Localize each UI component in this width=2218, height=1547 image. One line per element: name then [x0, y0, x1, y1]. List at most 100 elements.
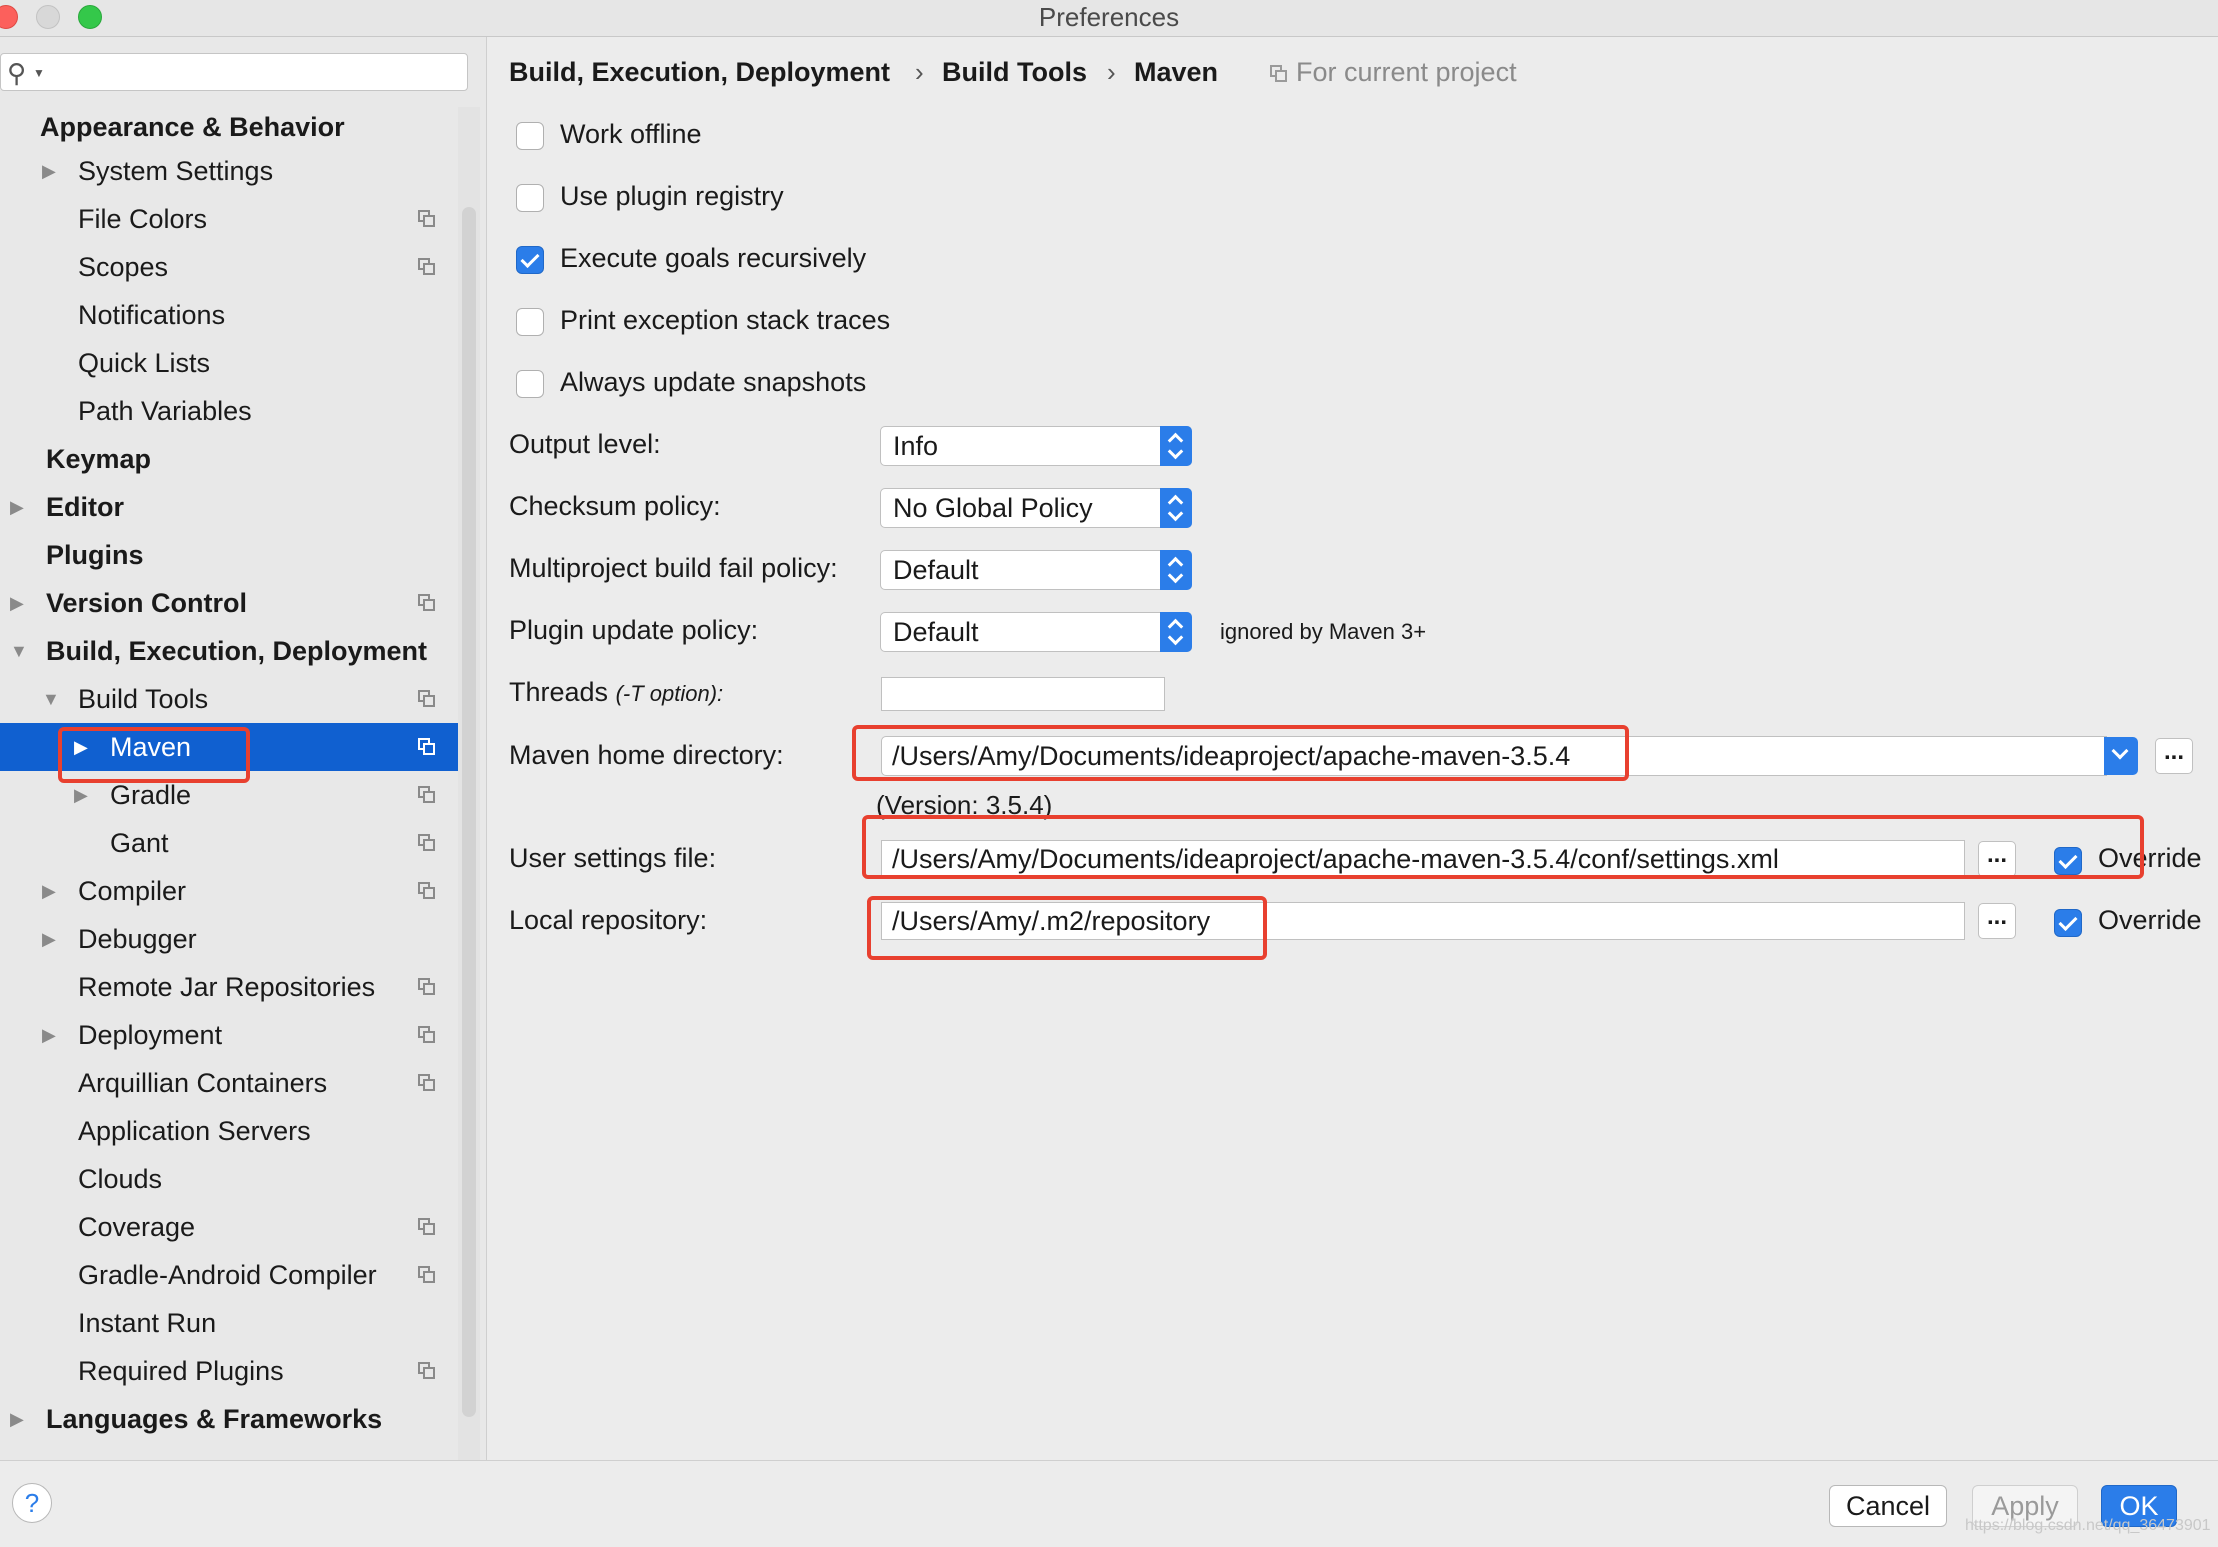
- project-scope-icon: [418, 978, 436, 996]
- sidebar-item-deployment[interactable]: ▶ Deployment: [0, 1011, 458, 1059]
- breadcrumb-separator: ›: [915, 57, 924, 87]
- expand-arrow-icon[interactable]: ▶: [42, 915, 56, 963]
- project-scope-icon: [418, 786, 436, 804]
- expand-arrow-icon[interactable]: ▶: [42, 147, 56, 195]
- sidebar-item-version-control[interactable]: ▶ Version Control: [0, 579, 458, 627]
- chevron-down-icon[interactable]: [2104, 737, 2138, 775]
- execute-goals-recursively-label[interactable]: Execute goals recursively: [560, 243, 866, 274]
- sidebar-item-languages-frameworks[interactable]: ▶ Languages & Frameworks: [0, 1395, 458, 1443]
- watermark: https://blog.csdn.net/qq_36473901: [1965, 1517, 2211, 1534]
- sidebar-scrollbar[interactable]: [462, 207, 476, 1417]
- sidebar-item-path-variables[interactable]: Path Variables: [0, 387, 458, 435]
- always-update-snapshots-label[interactable]: Always update snapshots: [560, 367, 866, 398]
- project-scope-icon: [418, 1218, 436, 1236]
- up-down-arrows-icon[interactable]: [1160, 488, 1192, 528]
- local-repository-override-checkbox[interactable]: [2054, 909, 2082, 937]
- chevron-down-icon: ▼: [33, 66, 45, 80]
- sidebar-item-gradle-android-compiler[interactable]: Gradle-Android Compiler: [0, 1251, 458, 1299]
- window-title: Preferences: [1038, 2, 1180, 32]
- breadcrumb-build-tools[interactable]: Build Tools: [942, 57, 1087, 88]
- output-level-label: Output level:: [509, 429, 661, 459]
- checksum-policy-select[interactable]: No Global Policy: [880, 488, 1192, 528]
- work-offline-checkbox[interactable]: [516, 122, 544, 150]
- sidebar-item-scopes[interactable]: Scopes: [0, 243, 458, 291]
- multiproject-fail-policy-label: Multiproject build fail policy:: [509, 553, 838, 583]
- sidebar-item-system-settings[interactable]: ▶ System Settings: [0, 147, 458, 195]
- title-bar: Preferences: [0, 0, 2218, 37]
- sidebar-item-instant-run[interactable]: Instant Run: [0, 1299, 458, 1347]
- sidebar-item-build-execution-deployment[interactable]: ▼ Build, Execution, Deployment: [0, 627, 458, 675]
- sidebar-item-clouds[interactable]: Clouds: [0, 1155, 458, 1203]
- annotation-local-repository-highlight: [867, 896, 1267, 960]
- search-icon: ⚲: [7, 58, 27, 88]
- work-offline-label[interactable]: Work offline: [560, 119, 702, 150]
- sidebar-item-file-colors[interactable]: File Colors: [0, 195, 458, 243]
- use-plugin-registry-checkbox[interactable]: [516, 184, 544, 212]
- browse-local-repository-button[interactable]: ...: [1978, 903, 2016, 939]
- sidebar-item-build-tools[interactable]: ▼ Build Tools: [0, 675, 458, 723]
- project-scope-icon: [418, 834, 436, 852]
- search-input[interactable]: ⚲ ▼: [0, 53, 468, 91]
- collapse-arrow-icon[interactable]: ▼: [42, 675, 60, 723]
- sidebar-item-arquillian-containers[interactable]: Arquillian Containers: [0, 1059, 458, 1107]
- breadcrumb-build-execution-deployment[interactable]: Build, Execution, Deployment: [509, 57, 890, 88]
- sidebar-item-coverage[interactable]: Coverage: [0, 1203, 458, 1251]
- plugin-update-policy-select[interactable]: Default: [880, 612, 1192, 652]
- project-scope-icon: [418, 1266, 436, 1284]
- output-level-select[interactable]: Info: [880, 426, 1192, 466]
- project-scope-icon: [418, 690, 436, 708]
- sidebar-item-quick-lists[interactable]: Quick Lists: [0, 339, 458, 387]
- annotation-user-settings-highlight: [862, 815, 2144, 879]
- print-exception-stack-traces-label[interactable]: Print exception stack traces: [560, 305, 890, 336]
- project-scope-icon: [418, 594, 436, 612]
- annotation-maven-highlight: [58, 727, 250, 783]
- plugin-update-hint: ignored by Maven 3+: [1220, 619, 1427, 644]
- up-down-arrows-icon[interactable]: [1160, 426, 1192, 466]
- threads-sublabel: (-T option):: [615, 681, 724, 706]
- sidebar-item-debugger[interactable]: ▶ Debugger: [0, 915, 458, 963]
- expand-arrow-icon[interactable]: ▶: [10, 579, 24, 627]
- plugin-update-policy-label: Plugin update policy:: [509, 615, 759, 645]
- cancel-button[interactable]: Cancel: [1829, 1485, 1947, 1527]
- maven-settings-panel: Build, Execution, Deployment › Build Too…: [487, 37, 2218, 1460]
- breadcrumb-maven: Maven: [1134, 57, 1219, 87]
- annotation-maven-home-highlight: [852, 725, 1629, 781]
- project-scope-icon: [418, 210, 436, 228]
- expand-arrow-icon[interactable]: ▶: [42, 1011, 56, 1059]
- scope-label: For current project: [1296, 57, 1517, 87]
- project-scope-icon: [418, 738, 436, 756]
- sidebar-item-required-plugins[interactable]: Required Plugins: [0, 1347, 458, 1395]
- browse-maven-home-button[interactable]: ...: [2155, 738, 2193, 774]
- local-repository-label: Local repository:: [509, 905, 708, 935]
- collapse-arrow-icon[interactable]: ▼: [10, 627, 28, 675]
- always-update-snapshots-checkbox[interactable]: [516, 370, 544, 398]
- checksum-policy-label: Checksum policy:: [509, 491, 721, 521]
- use-plugin-registry-label[interactable]: Use plugin registry: [560, 181, 784, 212]
- sidebar-item-compiler[interactable]: ▶ Compiler: [0, 867, 458, 915]
- expand-arrow-icon[interactable]: ▶: [10, 1395, 24, 1443]
- sidebar-item-notifications[interactable]: Notifications: [0, 291, 458, 339]
- project-scope-icon: [418, 1362, 436, 1380]
- up-down-arrows-icon[interactable]: [1160, 550, 1192, 590]
- sidebar-item-gant[interactable]: Gant: [0, 819, 458, 867]
- user-settings-label: User settings file:: [509, 843, 717, 873]
- print-exception-stack-traces-checkbox[interactable]: [516, 308, 544, 336]
- execute-goals-recursively-checkbox[interactable]: [516, 246, 544, 274]
- sidebar-item-keymap[interactable]: Keymap: [0, 435, 458, 483]
- project-scope-icon: [418, 882, 436, 900]
- threads-input[interactable]: [881, 677, 1165, 711]
- sidebar-item-editor[interactable]: ▶ Editor: [0, 483, 458, 531]
- sidebar-item-application-servers[interactable]: Application Servers: [0, 1107, 458, 1155]
- sidebar-item-remote-jar-repositories[interactable]: Remote Jar Repositories: [0, 963, 458, 1011]
- project-scope-icon: [1270, 65, 1288, 83]
- local-repository-override-label[interactable]: Override: [2098, 905, 2202, 936]
- help-button[interactable]: ?: [12, 1483, 52, 1523]
- sidebar-item-plugins[interactable]: Plugins: [0, 531, 458, 579]
- up-down-arrows-icon[interactable]: [1160, 612, 1192, 652]
- expand-arrow-icon[interactable]: ▶: [42, 867, 56, 915]
- sidebar-item-appearance-behavior[interactable]: Appearance & Behavior: [0, 103, 458, 151]
- dialog-footer: ? Cancel Apply OK https://blog.csdn.net/…: [0, 1460, 2218, 1547]
- multiproject-fail-policy-select[interactable]: Default: [880, 550, 1192, 590]
- expand-arrow-icon[interactable]: ▶: [10, 483, 24, 531]
- project-scope-icon: [418, 1026, 436, 1044]
